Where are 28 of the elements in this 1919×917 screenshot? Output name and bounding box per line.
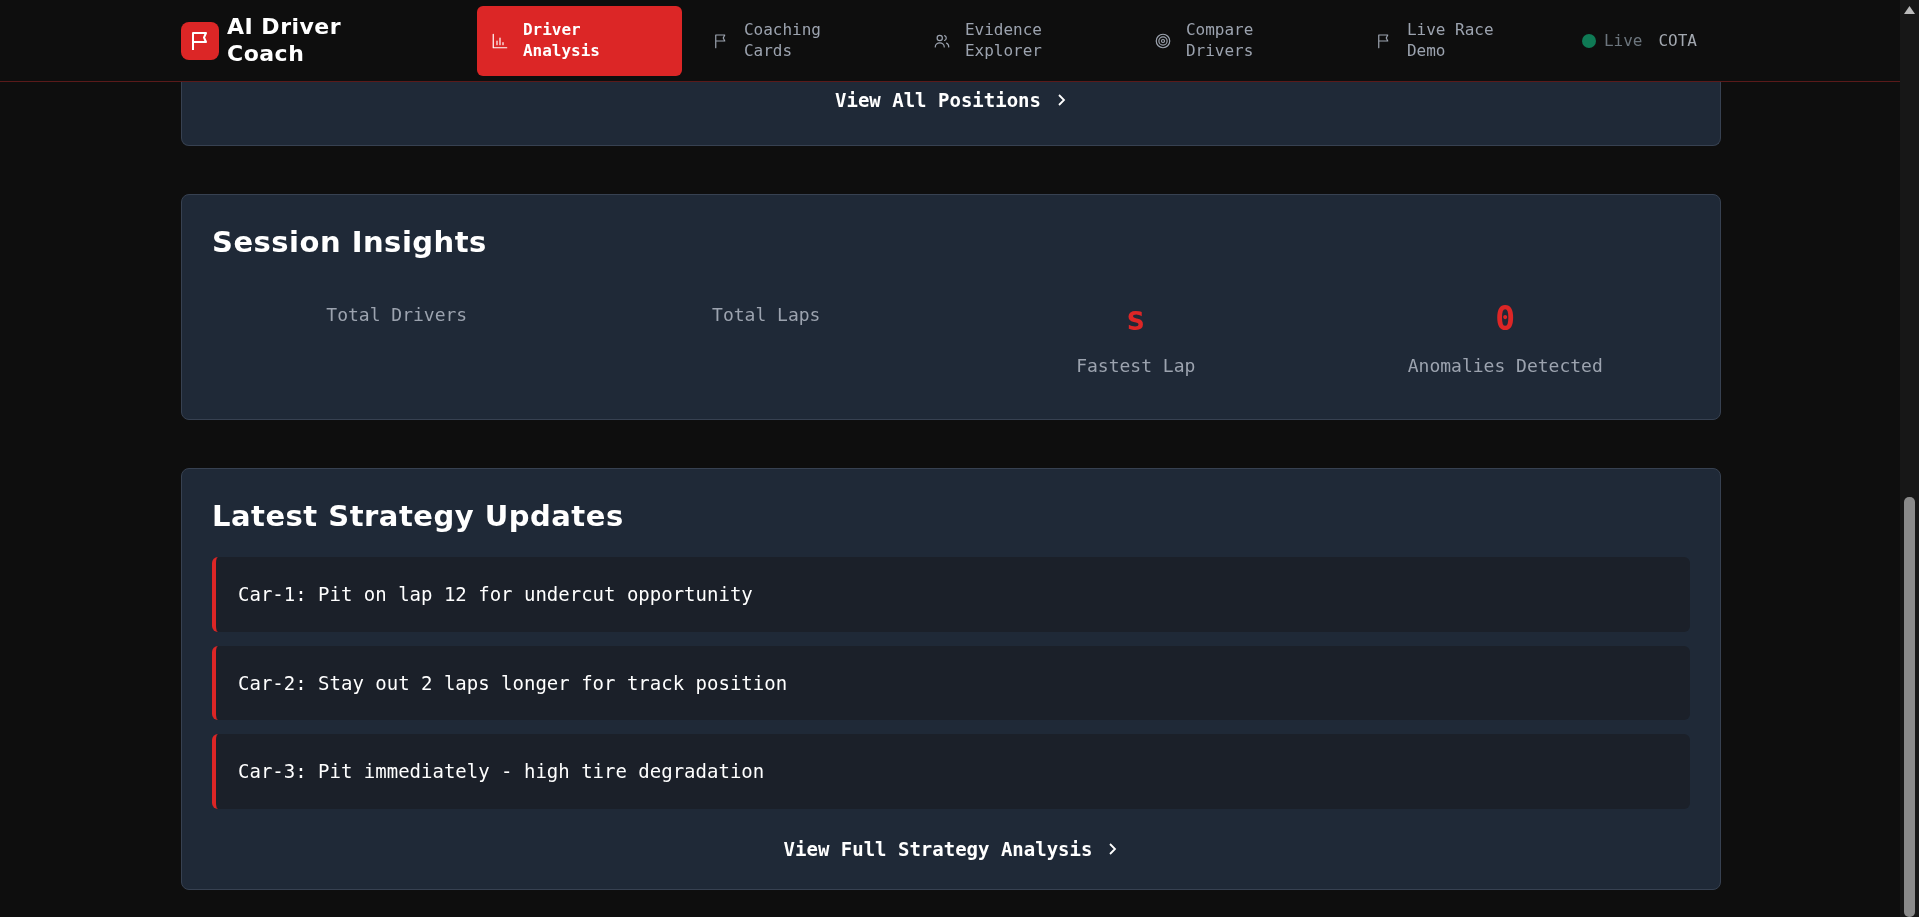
stat-label: Anomalies Detected [1406,353,1604,378]
section-title: Latest Strategy Updates [212,498,625,534]
stat-value: 0 [1494,301,1517,338]
target-icon [1153,31,1172,50]
nav-tab[interactable]: Driver Analysis [476,5,682,76]
logo-icon [181,21,219,60]
nav-tab[interactable]: Coaching Cards [697,5,903,76]
bar-chart-icon [490,31,509,50]
stat-label: Fastest Lap [1075,353,1197,378]
track-label: COTA [1658,29,1697,52]
stat-label: Total Laps [711,303,822,328]
link[interactable]: View Full Strategy Analysis [783,834,1119,864]
strategy-item: Car-3: Pit immediately - high tire degradation [212,734,1690,809]
stat-value: s [1124,301,1147,338]
chevron-right-icon [1056,93,1067,108]
scrollbar[interactable] [1900,0,1919,917]
section-title: Session Insights [212,224,488,260]
nav-tab[interactable]: Evidence Explorer [918,5,1124,76]
app-title: AI Driver Coach [227,14,343,67]
chevron-right-icon [1108,842,1119,857]
nav-tab[interactable]: Live Race Demo [1360,5,1566,76]
strategy-item: Car-2: Stay out 2 laps longer for track position [212,645,1690,721]
stat-label: Total Drivers [325,303,469,328]
link[interactable]: View All Positions [835,86,1067,115]
scroll-up-icon[interactable] [1904,6,1915,14]
nav-tab[interactable]: Compare Drivers [1139,5,1345,76]
strategy-item: Car-1: Pit on lap 12 for undercut opportunity [212,557,1690,632]
status-label: Live [1603,29,1643,52]
